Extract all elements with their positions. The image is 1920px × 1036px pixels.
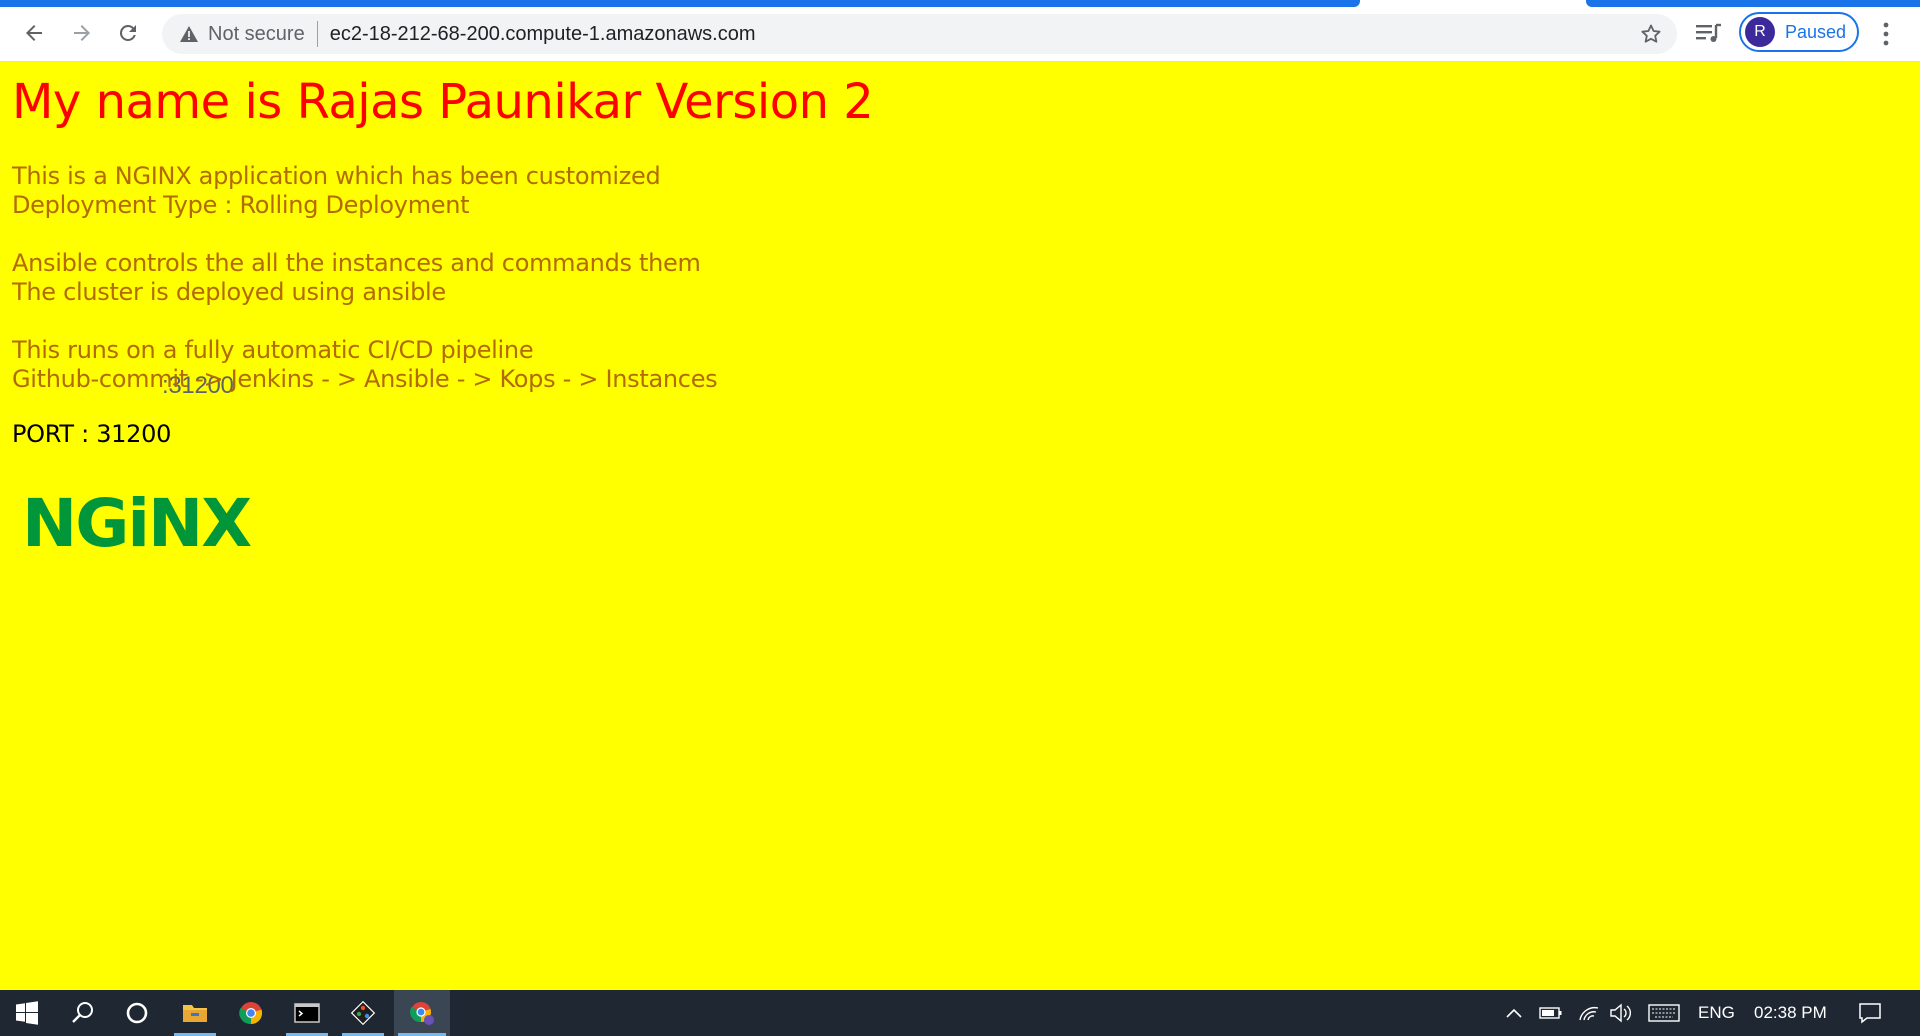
text-line: Github-commit -> Jenkins - > Ansible - >… [12, 365, 718, 393]
warning-icon [178, 23, 200, 45]
keyboard-icon [1648, 1004, 1680, 1022]
forward-arrow-icon [74, 25, 90, 41]
file-explorer-icon [183, 1005, 207, 1022]
profile-button[interactable]: R Paused [1739, 12, 1859, 52]
file-explorer-button[interactable] [170, 990, 220, 1036]
action-center-button[interactable] [1850, 990, 1890, 1036]
back-arrow-icon [26, 25, 42, 41]
paragraph-pipeline: This runs on a fully automatic CI/CD pip… [12, 336, 718, 394]
show-hidden-icons-button[interactable] [1500, 990, 1528, 1036]
divider [316, 21, 318, 47]
chevron-up-icon [1506, 1008, 1522, 1018]
page-load-progress [0, 0, 1920, 7]
browser-toolbar: Not secure ec2-18-212-68-200.compute-1.a… [0, 7, 1920, 400]
reload-button[interactable] [108, 13, 148, 53]
text-line: This runs on a fully automatic CI/CD pip… [12, 336, 534, 364]
battery-button[interactable] [1536, 990, 1566, 1036]
text-line: Ansible controls the all the instances a… [12, 249, 701, 277]
terminal-icon [294, 1003, 320, 1023]
search-button[interactable] [58, 990, 108, 1036]
security-status[interactable]: Not secure [208, 23, 305, 46]
nginx-logo: NGiNX [22, 485, 253, 562]
avatar: R [1745, 17, 1775, 47]
network-button[interactable] [1574, 990, 1604, 1036]
windows-taskbar: ENG 02:38 PM [0, 990, 1920, 1036]
forward-button[interactable] [62, 13, 102, 53]
text-line: The cluster is deployed using ansible [12, 278, 446, 306]
address-bar[interactable]: Not secure ec2-18-212-68-200.compute-1.a… [162, 14, 1677, 400]
text-line: Deployment Type : Rolling Deployment [12, 191, 470, 219]
text-line: This is a NGINX application which has be… [12, 162, 661, 190]
touch-keyboard-button[interactable] [1646, 990, 1682, 1036]
back-button[interactable] [14, 13, 54, 53]
nginx-logo-text: NGiNX [22, 485, 251, 562]
notification-icon [1859, 1003, 1881, 1024]
chrome-profile-button[interactable] [394, 990, 450, 1036]
clock[interactable]: 02:38 PM [1754, 1003, 1827, 1023]
speaker-icon [1610, 1003, 1631, 1023]
port-label: PORT : 31200 [12, 420, 172, 448]
media-control-icon[interactable] [1694, 21, 1724, 47]
url-host: ec2-18-212-68-200.compute-1.amazonaws.co… [329, 22, 756, 45]
bookmark-star-icon[interactable] [1639, 22, 1663, 46]
chrome-button[interactable] [226, 990, 276, 1036]
wifi-icon [1579, 1006, 1599, 1021]
search-icon [72, 1002, 93, 1023]
paragraph-intro: This is a NGINX application which has be… [12, 162, 661, 220]
profile-status: Paused [1785, 21, 1847, 42]
chrome-profile-icon [410, 1002, 434, 1025]
git-icon [350, 1000, 376, 1026]
reload-icon [119, 24, 136, 41]
terminal-button[interactable] [282, 990, 332, 1036]
cortana-icon [126, 1002, 148, 1024]
battery-icon [1539, 1007, 1562, 1019]
cortana-button[interactable] [112, 990, 162, 1036]
start-button[interactable] [0, 990, 54, 1036]
language-indicator[interactable]: ENG [1698, 1003, 1735, 1023]
volume-button[interactable] [1606, 990, 1636, 1036]
more-menu-icon[interactable] [1876, 20, 1896, 48]
paragraph-ansible: Ansible controls the all the instances a… [12, 249, 701, 307]
chrome-icon [239, 1002, 263, 1025]
git-button[interactable] [338, 990, 388, 1036]
url-text[interactable]: ec2-18-212-68-200.compute-1.amazonaws.co… [162, 22, 756, 400]
page-title: My name is Rajas Paunikar Version 2 [12, 74, 874, 130]
windows-start-icon [16, 1001, 38, 1025]
